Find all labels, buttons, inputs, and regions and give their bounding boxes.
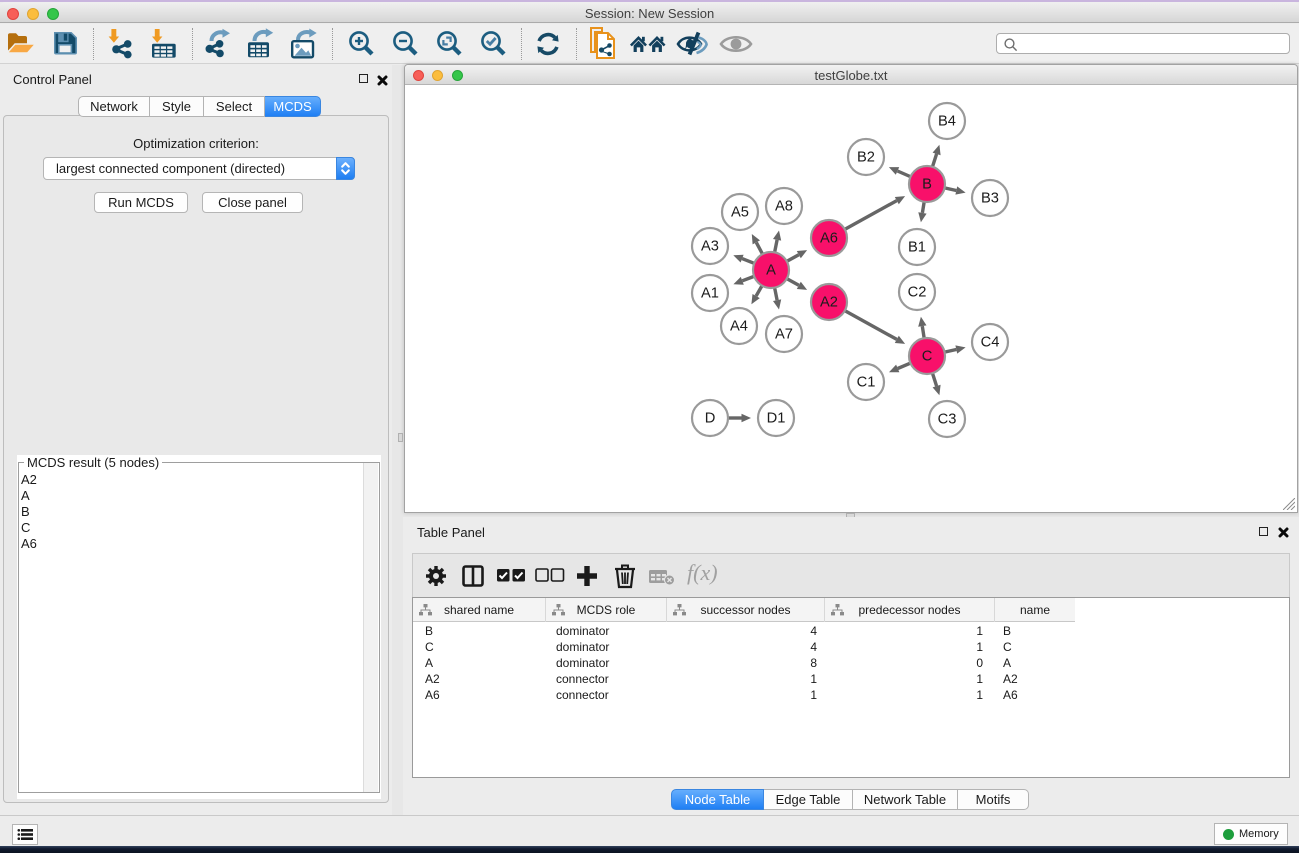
svg-text:C1: C1 [857,375,876,391]
svg-text:B: B [922,177,932,193]
svg-text:C4: C4 [981,335,1000,351]
svg-text:D1: D1 [767,411,786,427]
svg-text:B4: B4 [938,114,956,130]
svg-text:B3: B3 [981,191,999,207]
svg-text:A3: A3 [701,239,719,255]
svg-text:A4: A4 [730,319,748,335]
svg-text:A6: A6 [820,231,838,247]
svg-text:A2: A2 [820,295,838,311]
svg-text:A: A [766,263,776,279]
svg-text:B1: B1 [908,240,926,256]
svg-text:A5: A5 [731,205,749,221]
svg-text:B2: B2 [857,150,875,166]
svg-text:C: C [922,349,933,365]
svg-text:D: D [705,411,716,427]
svg-text:A1: A1 [701,286,719,302]
svg-text:A8: A8 [775,199,793,215]
svg-text:C2: C2 [908,285,927,301]
svg-text:A7: A7 [775,327,793,343]
svg-text:C3: C3 [938,412,957,428]
